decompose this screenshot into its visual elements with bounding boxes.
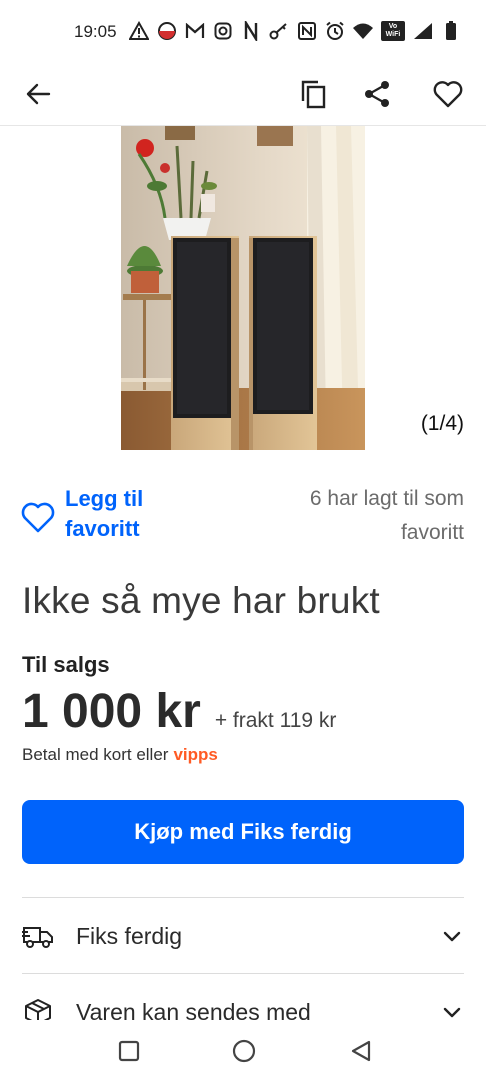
price-row: 1 000 kr + frakt 119 kr bbox=[22, 684, 336, 739]
record-icon bbox=[156, 20, 178, 42]
arrow-left-icon bbox=[26, 83, 51, 105]
status-bar: 19:05 Vo WiFi bbox=[0, 0, 486, 62]
accordion-fiks-ferdig[interactable]: Fiks ferdig bbox=[22, 900, 464, 972]
recents-button[interactable] bbox=[112, 1034, 146, 1068]
buy-with-fiks-ferdig-button[interactable]: Kjøp med Fiks ferdig bbox=[22, 800, 464, 864]
recents-square-icon bbox=[118, 1040, 140, 1062]
vowifi-label: Vo WiFi bbox=[381, 21, 405, 41]
delivery-truck-icon bbox=[22, 927, 53, 948]
status-time: 19:05 bbox=[74, 22, 117, 41]
app-bar bbox=[0, 62, 486, 126]
heart-outline-icon bbox=[433, 81, 463, 108]
favorite-count-text: 6 har lagt til som favoritt bbox=[309, 487, 464, 544]
divider bbox=[22, 897, 464, 898]
price: 1 000 kr bbox=[22, 685, 201, 738]
status-icons: Vo WiFi bbox=[128, 20, 462, 42]
add-to-favorites-button[interactable]: Legg til favoritt bbox=[20, 484, 175, 544]
home-button[interactable] bbox=[227, 1034, 261, 1068]
chevron-down-icon bbox=[443, 931, 461, 942]
add-to-favorites-label: Legg til favoritt bbox=[65, 486, 144, 541]
photo-counter: (1/4) bbox=[420, 412, 464, 435]
shipping-cost: + frakt 119 kr bbox=[214, 709, 337, 732]
wifi-icon bbox=[352, 20, 374, 42]
copy-icon bbox=[301, 80, 326, 109]
back-button[interactable] bbox=[14, 70, 62, 118]
divider bbox=[22, 973, 464, 974]
photo-gallery[interactable]: (1/4) bbox=[0, 126, 486, 452]
copy-button[interactable] bbox=[289, 70, 337, 118]
payment-info: Betal med kort eller vipps bbox=[22, 745, 218, 765]
key-icon bbox=[268, 20, 290, 42]
instagram-icon bbox=[212, 20, 234, 42]
n-icon bbox=[240, 20, 262, 42]
back-nav-button[interactable] bbox=[344, 1034, 378, 1068]
listing-status: Til salgs bbox=[22, 652, 110, 677]
back-triangle-icon bbox=[351, 1040, 371, 1062]
listing-photo[interactable] bbox=[121, 126, 365, 450]
favorite-top-button[interactable] bbox=[424, 70, 472, 118]
vowifi-icon: Vo WiFi bbox=[380, 20, 406, 42]
warning-icon bbox=[128, 20, 150, 42]
favorite-row: Legg til favoritt 6 har lagt til som fav… bbox=[0, 478, 486, 552]
gmail-icon bbox=[184, 20, 206, 42]
payment-text: Betal med kort eller bbox=[22, 745, 169, 764]
battery-icon bbox=[440, 20, 462, 42]
share-icon bbox=[365, 81, 389, 107]
system-navigation-bar bbox=[0, 1020, 486, 1080]
heart-outline-icon bbox=[21, 502, 55, 533]
vipps-logo: vipps bbox=[173, 745, 218, 764]
listing-title: Ikke så mye har brukt bbox=[22, 580, 380, 621]
nfc-icon bbox=[296, 20, 318, 42]
home-circle-icon bbox=[232, 1039, 256, 1063]
share-button[interactable] bbox=[353, 70, 401, 118]
accordion-label: Fiks ferdig bbox=[76, 922, 183, 949]
signal-icon bbox=[412, 20, 434, 42]
alarm-icon bbox=[324, 20, 346, 42]
